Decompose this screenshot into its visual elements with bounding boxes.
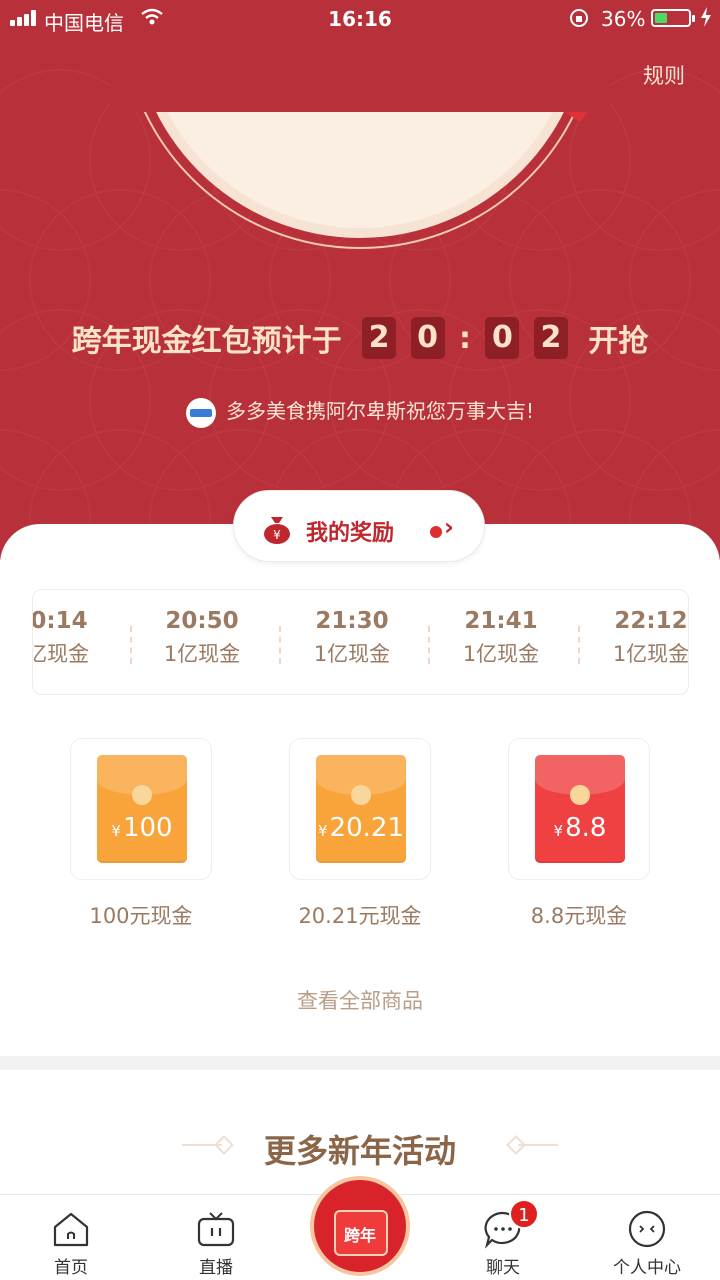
red-envelope-icon: ¥20.21 [316, 755, 406, 863]
sponsor-logo [185, 397, 216, 428]
prize-caption: 100元现金 [89, 904, 193, 928]
prize-card[interactable]: ¥20.21 [289, 738, 431, 880]
chat-unread-badge: 1 [509, 1199, 539, 1229]
slot-time: 21:41 [464, 608, 538, 634]
tab-label: 个人中心 [613, 1258, 681, 1278]
prize-card[interactable]: ¥8.8 [508, 738, 650, 880]
notification-dot [430, 526, 442, 538]
countdown-colon: : [459, 320, 471, 356]
schedule-slot[interactable]: 21:41 1亿现金 [441, 608, 561, 668]
countdown-suffix: 开抢 [588, 324, 649, 359]
prize-card[interactable]: ¥100 [70, 738, 212, 880]
section-title: 更多新年活动 [263, 1132, 456, 1170]
countdown-banner: 跨年现金红包预计于 2 0 : 0 2 开抢 [0, 316, 720, 362]
battery-icon [651, 9, 695, 27]
my-rewards-button[interactable]: ¥ 我的奖励 › [233, 490, 485, 562]
envelope-seal [351, 785, 371, 805]
money-bag-symbol: ¥ [273, 528, 281, 542]
schedule-slot[interactable]: 22:12 1亿现金 [591, 608, 689, 668]
countdown-prefix: 跨年现金红包预计于 [71, 324, 342, 359]
prize-item[interactable]: ¥20.21 20.21元现金 [289, 738, 431, 930]
divider [130, 626, 132, 664]
slot-amount: 1亿现金 [612, 642, 689, 666]
countdown-digit: 0 [410, 317, 445, 359]
red-envelope-icon: ¥8.8 [535, 755, 625, 863]
tab-new-year[interactable]: 跨年 [310, 1176, 410, 1276]
tab-home[interactable]: 首页 [21, 1209, 121, 1278]
countdown-digit: 2 [362, 317, 397, 359]
slot-time: 20:14 [33, 608, 88, 634]
battery-percent: 36% [601, 7, 646, 31]
divider [578, 626, 580, 664]
envelope-seal [570, 785, 590, 805]
sponsor-line: 多多美食携阿尔卑斯祝您万事大吉! [0, 395, 720, 428]
home-icon [53, 1212, 89, 1247]
money-bag-icon: ¥ [264, 517, 290, 544]
my-rewards-label: 我的奖励 [306, 521, 395, 546]
prize-caption: 8.8元现金 [530, 904, 628, 928]
tab-label: 直播 [199, 1258, 233, 1278]
slot-amount: 1亿现金 [462, 642, 540, 666]
prize-item[interactable]: ¥100 100元现金 [70, 738, 212, 930]
divider [428, 626, 430, 664]
section-divider [0, 1056, 720, 1070]
view-all-products-link[interactable]: 查看全部商品 [0, 985, 720, 1015]
tab-label: 首页 [54, 1258, 88, 1278]
rotation-lock-icon [568, 7, 590, 34]
red-envelope-icon: ¥100 [97, 755, 187, 863]
tab-label: 跨年 [343, 1226, 376, 1245]
chevron-right-icon: › [444, 513, 454, 541]
schedule-slot[interactable]: 21:30 1亿现金 [292, 608, 412, 668]
prize-amount: ¥20.21 [318, 813, 404, 843]
prize-item[interactable]: ¥8.8 8.8元现金 [508, 738, 650, 930]
schedule-slot[interactable]: 20:14 1亿现金 [33, 608, 111, 668]
sponsor-text: 多多美食携阿尔卑斯祝您万事大吉! [225, 399, 535, 423]
slot-amount: 1亿现金 [313, 642, 391, 666]
status-bar: 中国电信 16:16 36% [0, 0, 720, 38]
slot-amount: 1亿现金 [163, 642, 241, 666]
countdown-digit: 0 [485, 317, 520, 359]
schedule-slot[interactable]: 20:50 1亿现金 [142, 608, 262, 668]
profile-icon [628, 1210, 666, 1248]
envelope-seal [132, 785, 152, 805]
slot-amount: 1亿现金 [33, 642, 90, 666]
charging-icon [700, 7, 712, 32]
slot-time: 22:12 [614, 608, 688, 634]
tab-profile[interactable]: 个人中心 [597, 1209, 697, 1278]
tv-icon [197, 1212, 235, 1247]
plate-graphic [110, 40, 610, 260]
schedule-strip[interactable]: 20:14 1亿现金 20:50 1亿现金 21:30 1亿现金 21:41 1… [32, 589, 689, 695]
title-ornament [518, 1144, 558, 1146]
hero-banner: 中国电信 16:16 36% 规则 跨年现金红包预计于 2 0 : 0 2 开抢… [0, 0, 720, 560]
tab-label: 聊天 [486, 1258, 520, 1278]
prize-caption: 20.21元现金 [298, 904, 422, 928]
countdown-digit: 2 [533, 317, 568, 359]
slot-time: 21:30 [315, 608, 389, 634]
divider [279, 626, 281, 664]
prize-amount: ¥100 [111, 813, 173, 843]
rules-link[interactable]: 规则 [643, 60, 685, 90]
tab-live[interactable]: 直播 [166, 1209, 266, 1278]
slot-time: 20:50 [165, 608, 239, 634]
prize-amount: ¥8.8 [553, 813, 607, 843]
